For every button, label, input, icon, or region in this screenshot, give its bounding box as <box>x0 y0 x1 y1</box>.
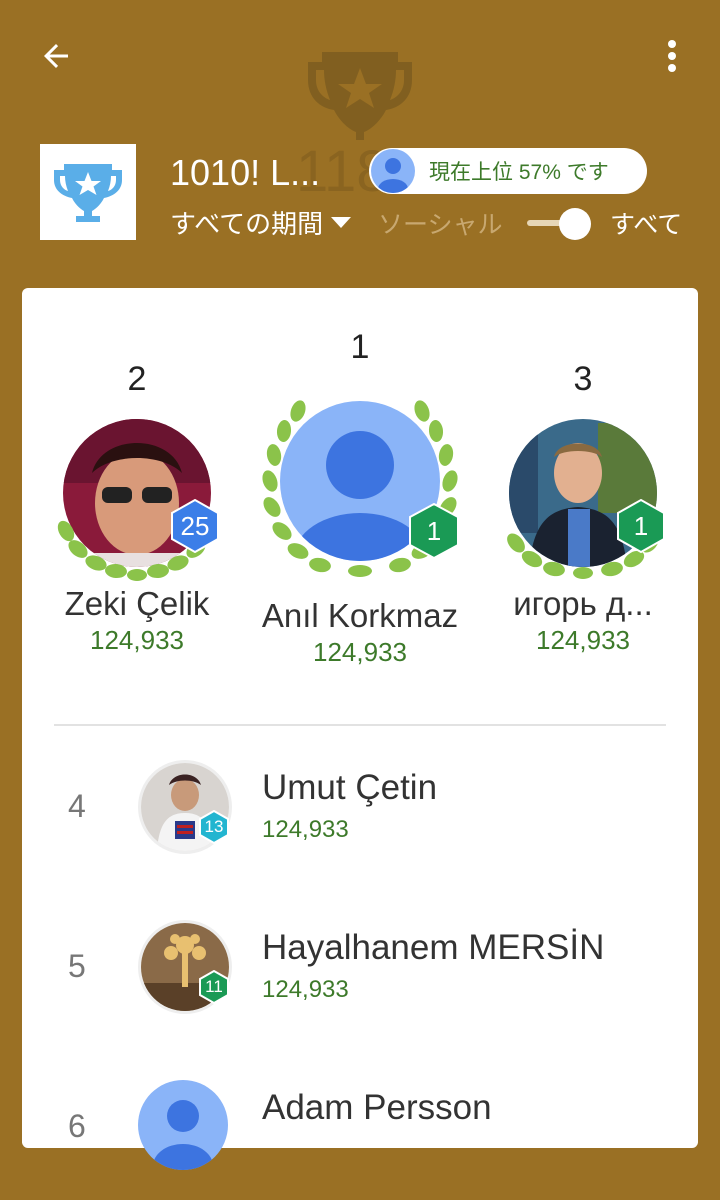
game-title: 1010! L... <box>170 152 321 193</box>
player-name: Hayalhanem MERSİN <box>262 928 605 967</box>
level-badge: 13 <box>198 810 230 844</box>
laurel-wreath-icon <box>262 400 458 577</box>
level-number: 1 <box>426 515 442 546</box>
level-badge: 1 <box>408 503 460 559</box>
player-name: игорь д... <box>513 585 653 622</box>
level-number: 1 <box>633 510 649 541</box>
avatar <box>371 149 415 193</box>
list-item[interactable]: 4 13 Umut Çetin 124,933 <box>22 760 698 880</box>
more-options-button[interactable] <box>648 28 696 84</box>
back-button[interactable] <box>24 28 88 84</box>
social-filter-label[interactable]: ソーシャル <box>378 205 503 241</box>
more-vert-icon <box>668 40 676 72</box>
period-label: すべての期間 <box>170 209 324 239</box>
trophy-icon <box>54 164 122 222</box>
dropdown-arrow-icon <box>331 216 352 228</box>
all-filter-label[interactable]: すべて <box>610 205 682 241</box>
row-rank: 5 <box>68 948 86 984</box>
player-score: 124,933 <box>262 816 349 843</box>
person-icon <box>378 158 408 193</box>
list-item[interactable]: 6 Adam Persson <box>22 1080 698 1200</box>
level-number: 25 <box>180 510 210 541</box>
level-number: 11 <box>205 977 223 996</box>
player-name: Anıl Korkmaz <box>261 597 459 634</box>
player-score: 124,933 <box>313 637 407 667</box>
person-icon <box>138 1080 228 1170</box>
level-badge: 1 <box>616 499 666 553</box>
player-rank-pill[interactable]: 現在上位 57% です <box>369 148 647 194</box>
player-name: Umut Çetin <box>262 768 438 807</box>
avatar <box>138 1080 228 1170</box>
player-score: 124,933 <box>90 625 184 655</box>
time-period-dropdown[interactable]: すべての期間 <box>170 204 352 241</box>
row-rank: 6 <box>68 1108 86 1144</box>
level-badge: 25 <box>170 499 220 553</box>
player-score: 124,933 <box>536 625 630 655</box>
podium-player-3[interactable]: 3 1 игорь д... 124,933 <box>498 360 668 656</box>
toggle-thumb <box>559 208 591 240</box>
divider <box>54 724 666 726</box>
trophy-watermark-icon <box>308 52 412 140</box>
rank-pill-text: 現在上位 57% です <box>429 161 609 184</box>
podium-rank: 2 <box>127 360 147 398</box>
arrow-left-icon <box>44 44 68 68</box>
podium-player-2[interactable]: 2 25 Zeki Çelik 124,933 <box>52 360 222 656</box>
player-score: 124,933 <box>262 976 349 1003</box>
player-name: Adam Persson <box>262 1088 492 1127</box>
row-rank: 4 <box>68 788 86 824</box>
player-name: Zeki Çelik <box>64 585 210 622</box>
laurel-wreath-icon <box>57 520 217 581</box>
social-all-toggle[interactable] <box>527 206 593 240</box>
level-badge: 11 <box>198 970 230 1004</box>
game-icon <box>40 144 136 240</box>
laurel-wreath-icon <box>507 533 659 579</box>
podium-rank: 1 <box>350 328 370 366</box>
level-number: 13 <box>204 817 224 836</box>
list-item[interactable]: 5 11 Hayalhanem MERSİN 124,933 <box>22 920 698 1040</box>
leaderboard-card: 2 25 Zeki Çelik 124,933 1 1 Anıl Korkmaz… <box>22 288 698 1170</box>
podium-rank: 3 <box>573 360 593 398</box>
podium-player-1[interactable]: 1 1 Anıl Korkmaz 124,933 <box>250 328 470 668</box>
